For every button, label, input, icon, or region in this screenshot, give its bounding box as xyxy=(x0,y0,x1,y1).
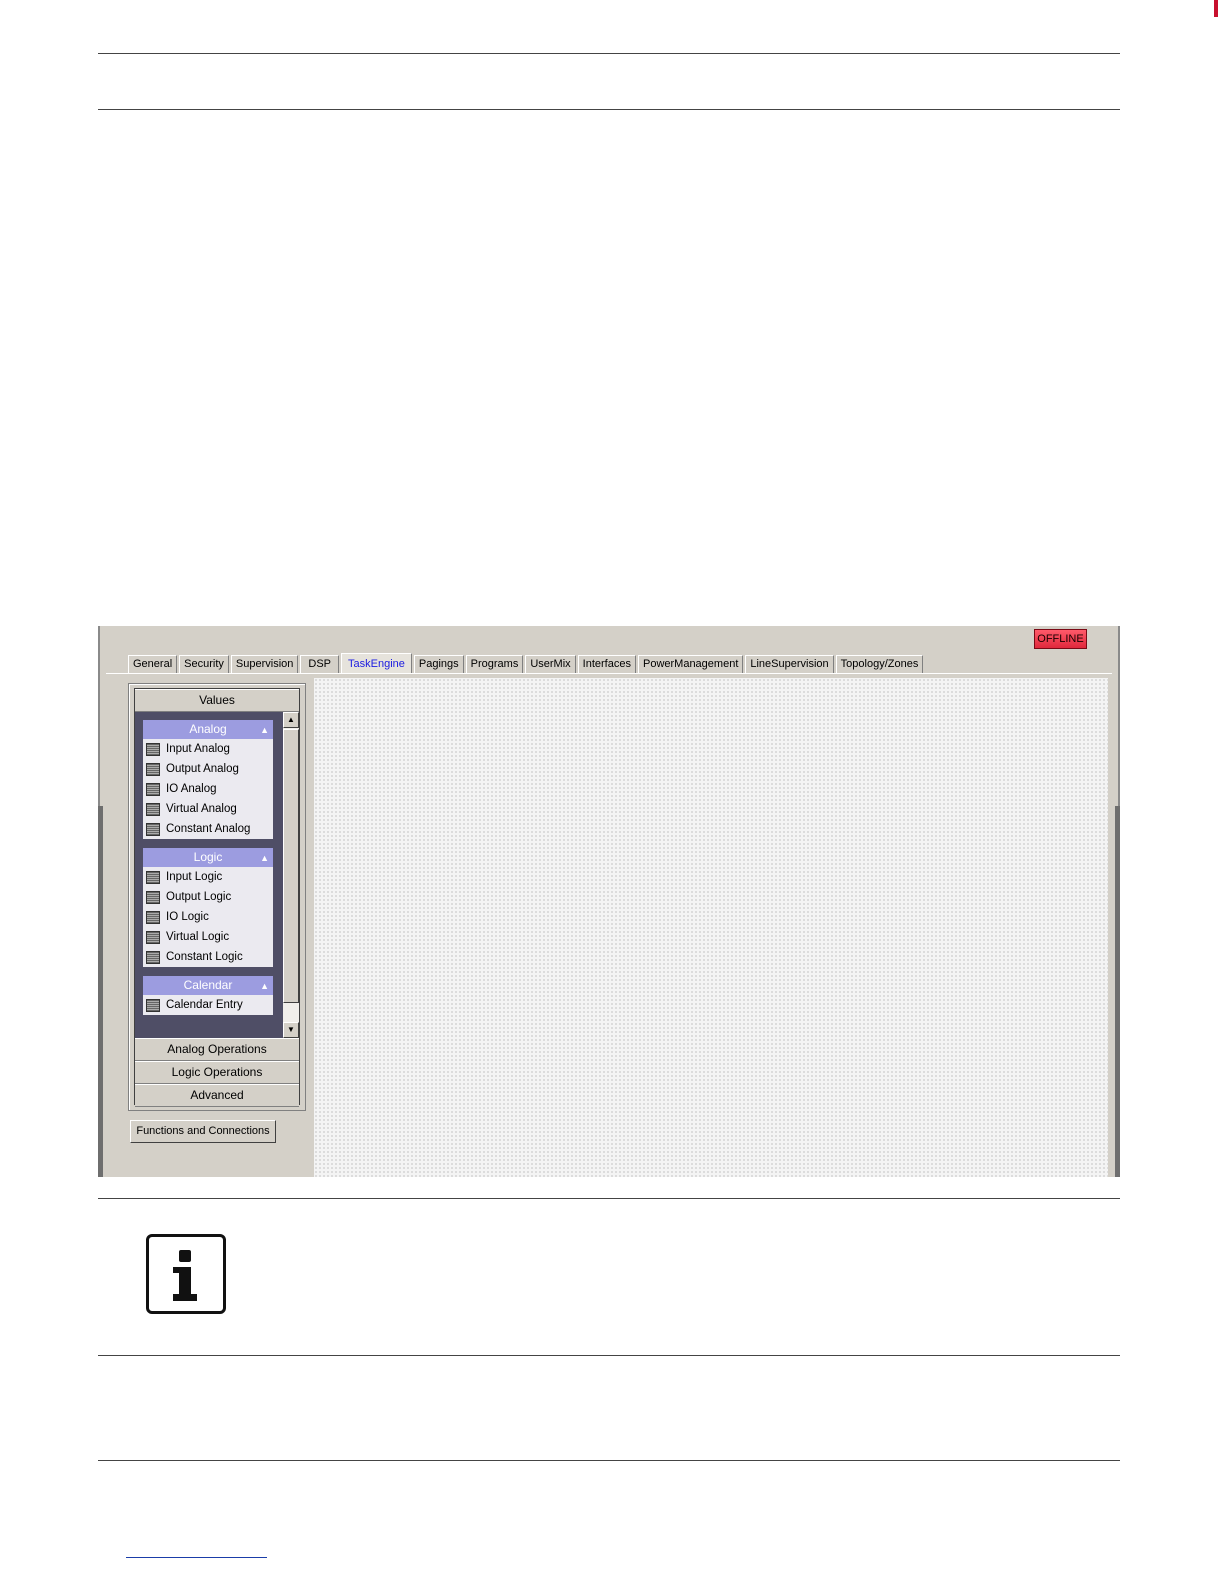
note-rule-bottom xyxy=(98,1355,1120,1356)
window-border-left xyxy=(98,626,100,806)
list-item-virtual-analog[interactable]: Virtual Analog xyxy=(143,799,273,819)
window-border-right-dark xyxy=(1115,806,1120,1177)
values-list: Analog ▲ Input Analog Output Analog IO A… xyxy=(135,712,283,1038)
functions-and-connections-button[interactable]: Functions and Connections xyxy=(130,1120,276,1143)
tab-programs[interactable]: Programs xyxy=(465,655,524,673)
item-label: IO Logic xyxy=(166,911,209,923)
block-icon xyxy=(146,802,160,816)
tab-interfaces[interactable]: Interfaces xyxy=(577,655,636,673)
group-logic: Logic ▲ Input Logic Output Logic IO Logi… xyxy=(143,848,273,967)
block-icon xyxy=(146,782,160,796)
tab-pagings[interactable]: Pagings xyxy=(413,655,464,673)
item-label: Output Logic xyxy=(166,891,232,903)
tab-security[interactable]: Security xyxy=(179,655,229,673)
block-icon xyxy=(146,822,160,836)
block-icon xyxy=(146,910,160,924)
group-logic-header[interactable]: Logic ▲ xyxy=(143,848,273,867)
item-label: Constant Analog xyxy=(166,823,251,835)
item-label: Constant Logic xyxy=(166,951,243,963)
offline-status-badge: OFFLINE xyxy=(1034,629,1087,649)
block-icon xyxy=(146,950,160,964)
group-logic-title: Logic xyxy=(193,850,223,864)
group-analog: Analog ▲ Input Analog Output Analog IO A… xyxy=(143,720,273,839)
design-canvas[interactable] xyxy=(314,678,1108,1177)
item-label: Input Analog xyxy=(166,743,230,755)
section-analog-operations[interactable]: Analog Operations xyxy=(135,1038,299,1061)
section-values[interactable]: Values xyxy=(135,689,299,712)
list-item-io-logic[interactable]: IO Logic xyxy=(143,907,273,927)
toolbox-panel: Values Analog ▲ Input Analog Output Anal… xyxy=(128,683,306,1111)
scroll-thumb[interactable] xyxy=(283,729,299,1003)
block-icon xyxy=(146,998,160,1012)
window-border-right xyxy=(1118,626,1120,806)
note-rule-top xyxy=(98,1198,1120,1199)
toolbox-accordion: Values Analog ▲ Input Analog Output Anal… xyxy=(134,688,300,1107)
tab-topology-zones[interactable]: Topology/Zones xyxy=(835,655,924,673)
tab-dsp[interactable]: DSP xyxy=(300,655,339,673)
list-item-io-analog[interactable]: IO Analog xyxy=(143,779,273,799)
header-rule-bottom xyxy=(98,109,1120,110)
list-item-calendar-entry[interactable]: Calendar Entry xyxy=(143,995,273,1015)
info-icon-dot xyxy=(179,1250,191,1262)
block-icon xyxy=(146,930,160,944)
item-label: Output Analog xyxy=(166,763,239,775)
collapse-caret-icon[interactable]: ▲ xyxy=(260,721,269,740)
item-label: Calendar Entry xyxy=(166,999,243,1011)
item-label: IO Analog xyxy=(166,783,217,795)
tab-linesupervision[interactable]: LineSupervision xyxy=(745,655,834,673)
block-icon xyxy=(146,742,160,756)
item-label: Input Logic xyxy=(166,871,223,883)
block-icon xyxy=(146,890,160,904)
info-icon-base xyxy=(173,1294,197,1301)
list-item-input-logic[interactable]: Input Logic xyxy=(143,867,273,887)
tab-supervision[interactable]: Supervision xyxy=(230,655,299,673)
item-label: Virtual Logic xyxy=(166,931,230,943)
block-icon xyxy=(146,762,160,776)
header-rule-top xyxy=(98,53,1120,54)
group-calendar: Calendar ▲ Calendar Entry xyxy=(143,976,273,1015)
list-item-constant-logic[interactable]: Constant Logic xyxy=(143,947,273,967)
brand-corner-mark xyxy=(1214,0,1218,17)
info-icon-serif xyxy=(173,1267,181,1273)
scroll-up-icon[interactable]: ▲ xyxy=(283,712,299,728)
application-window: OFFLINE General Security Supervision DSP… xyxy=(98,626,1120,1177)
collapse-caret-icon[interactable]: ▲ xyxy=(260,977,269,996)
list-item-input-analog[interactable]: Input Analog xyxy=(143,739,273,759)
group-analog-header[interactable]: Analog ▲ xyxy=(143,720,273,739)
tab-panel-border xyxy=(106,673,1112,674)
section-logic-operations[interactable]: Logic Operations xyxy=(135,1061,299,1084)
footer-rule xyxy=(98,1460,1120,1461)
scroll-down-icon[interactable]: ▼ xyxy=(283,1022,299,1038)
collapse-caret-icon[interactable]: ▲ xyxy=(260,849,269,868)
group-analog-title: Analog xyxy=(189,722,227,736)
tab-bar: General Security Supervision DSP TaskEng… xyxy=(128,653,925,674)
tab-taskengine[interactable]: TaskEngine xyxy=(341,653,412,674)
list-item-constant-analog[interactable]: Constant Analog xyxy=(143,819,273,839)
window-border-left-dark xyxy=(98,806,103,1177)
footer-link-underline[interactable] xyxy=(126,1557,267,1558)
tab-general[interactable]: General xyxy=(128,655,178,673)
tab-usermix[interactable]: UserMix xyxy=(525,655,576,673)
group-calendar-header[interactable]: Calendar ▲ xyxy=(143,976,273,995)
section-advanced[interactable]: Advanced xyxy=(135,1084,299,1107)
list-item-output-logic[interactable]: Output Logic xyxy=(143,887,273,907)
list-item-virtual-logic[interactable]: Virtual Logic xyxy=(143,927,273,947)
block-icon xyxy=(146,870,160,884)
values-scrollbar[interactable]: ▲ ▼ xyxy=(283,712,299,1038)
info-icon xyxy=(146,1234,226,1314)
group-calendar-title: Calendar xyxy=(183,978,233,992)
list-item-output-analog[interactable]: Output Analog xyxy=(143,759,273,779)
item-label: Virtual Analog xyxy=(166,803,237,815)
tab-powermanagement[interactable]: PowerManagement xyxy=(637,655,744,673)
